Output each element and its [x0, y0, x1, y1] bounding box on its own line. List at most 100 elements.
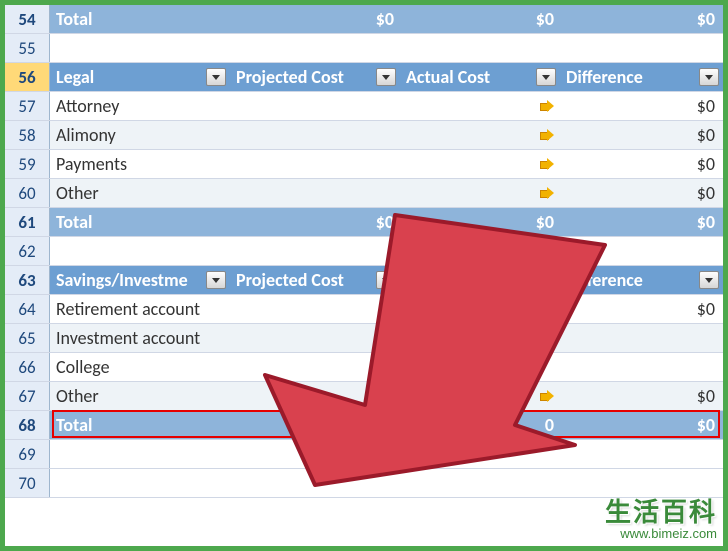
- row-header[interactable]: 65: [5, 324, 50, 352]
- column-header[interactable]: Difference: [560, 266, 723, 294]
- column-header[interactable]: Projected Cost: [230, 63, 400, 91]
- filter-dropdown-icon[interactable]: [376, 68, 396, 86]
- cell-difference[interactable]: $0: [560, 150, 723, 178]
- row-header[interactable]: 61: [5, 208, 50, 236]
- column-header[interactable]: Projected Cost: [230, 266, 400, 294]
- row-67: 67Other $0: [5, 382, 723, 411]
- row-55: 55: [5, 34, 723, 63]
- cell[interactable]: [230, 382, 400, 410]
- filter-dropdown-icon[interactable]: [536, 271, 556, 289]
- total-value[interactable]: $0: [230, 208, 400, 236]
- total-label[interactable]: Total: [50, 208, 230, 236]
- column-header[interactable]: Actual st: [400, 266, 560, 294]
- cell[interactable]: [400, 295, 560, 323]
- cell[interactable]: [50, 440, 230, 468]
- cell[interactable]: [400, 382, 560, 410]
- cell[interactable]: [560, 34, 723, 62]
- cell[interactable]: [50, 237, 230, 265]
- cell-label[interactable]: Other: [50, 382, 230, 410]
- total-label[interactable]: Total: [50, 411, 230, 439]
- row-header[interactable]: 59: [5, 150, 50, 178]
- row-header[interactable]: 62: [5, 237, 50, 265]
- filter-dropdown-icon[interactable]: [376, 271, 396, 289]
- row-header[interactable]: 58: [5, 121, 50, 149]
- cell[interactable]: [50, 469, 230, 497]
- cell[interactable]: [50, 34, 230, 62]
- cell[interactable]: [230, 92, 400, 120]
- cell[interactable]: [230, 34, 400, 62]
- cell[interactable]: [400, 440, 560, 468]
- watermark: 生活百科 www.bimeiz.com: [605, 499, 717, 540]
- filter-dropdown-icon[interactable]: [206, 68, 226, 86]
- column-header[interactable]: Difference: [560, 63, 723, 91]
- cell-difference[interactable]: $0: [560, 295, 723, 323]
- cell[interactable]: [400, 121, 560, 149]
- cell-label[interactable]: Other: [50, 179, 230, 207]
- column-header[interactable]: Actual Cost: [400, 63, 560, 91]
- filter-dropdown-icon[interactable]: [699, 271, 719, 289]
- total-value[interactable]: $0: [400, 5, 560, 33]
- cell-difference[interactable]: [560, 353, 723, 381]
- cell[interactable]: [560, 440, 723, 468]
- spreadsheet: 54Total$0$0$05556LegalProjected CostActu…: [5, 5, 723, 498]
- row-header[interactable]: 60: [5, 179, 50, 207]
- row-header[interactable]: 67: [5, 382, 50, 410]
- row-header[interactable]: 57: [5, 92, 50, 120]
- row-61: 61Total$0$0$0: [5, 208, 723, 237]
- cell[interactable]: [400, 150, 560, 178]
- row-65: 65Investment account: [5, 324, 723, 353]
- cell-label[interactable]: Payments: [50, 150, 230, 178]
- total-value[interactable]: $0: [560, 5, 723, 33]
- cell[interactable]: [230, 150, 400, 178]
- cell-label[interactable]: Investment account: [50, 324, 230, 352]
- cell[interactable]: [400, 469, 560, 497]
- cell[interactable]: [230, 324, 400, 352]
- cell-label[interactable]: College: [50, 353, 230, 381]
- cell[interactable]: [230, 353, 400, 381]
- cell[interactable]: [230, 121, 400, 149]
- row-59: 59Payments $0: [5, 150, 723, 179]
- total-label[interactable]: Total: [50, 5, 230, 33]
- row-header[interactable]: 64: [5, 295, 50, 323]
- cell-difference[interactable]: $0: [560, 382, 723, 410]
- total-value[interactable]: [230, 411, 400, 439]
- cell[interactable]: [560, 237, 723, 265]
- total-value[interactable]: $0: [560, 208, 723, 236]
- row-header[interactable]: 70: [5, 469, 50, 497]
- total-value[interactable]: $0: [230, 5, 400, 33]
- column-header[interactable]: Legal: [50, 63, 230, 91]
- filter-dropdown-icon[interactable]: [536, 68, 556, 86]
- cell[interactable]: [230, 295, 400, 323]
- cell[interactable]: [400, 92, 560, 120]
- cell-label[interactable]: Retirement account: [50, 295, 230, 323]
- filter-dropdown-icon[interactable]: [699, 68, 719, 86]
- cell-label[interactable]: Alimony: [50, 121, 230, 149]
- row-header[interactable]: 66: [5, 353, 50, 381]
- row-header[interactable]: 63: [5, 266, 50, 294]
- filter-dropdown-icon[interactable]: [206, 271, 226, 289]
- row-header[interactable]: 56: [5, 63, 50, 91]
- cell-difference[interactable]: [560, 324, 723, 352]
- row-header[interactable]: 54: [5, 5, 50, 33]
- cell[interactable]: [400, 324, 560, 352]
- total-value[interactable]: 0: [400, 411, 560, 439]
- total-value[interactable]: $0: [400, 208, 560, 236]
- cell[interactable]: [230, 440, 400, 468]
- cell-label[interactable]: Attorney: [50, 92, 230, 120]
- cell-difference[interactable]: $0: [560, 92, 723, 120]
- cell[interactable]: [400, 237, 560, 265]
- column-header[interactable]: Savings/Investme: [50, 266, 230, 294]
- row-header[interactable]: 68: [5, 411, 50, 439]
- cell[interactable]: [400, 34, 560, 62]
- cell-difference[interactable]: $0: [560, 179, 723, 207]
- cell[interactable]: [230, 469, 400, 497]
- row-header[interactable]: 69: [5, 440, 50, 468]
- cell[interactable]: [400, 179, 560, 207]
- total-value[interactable]: $0: [560, 411, 723, 439]
- cell-difference[interactable]: $0: [560, 121, 723, 149]
- cell[interactable]: [400, 353, 560, 381]
- cell[interactable]: [230, 179, 400, 207]
- row-header[interactable]: 55: [5, 34, 50, 62]
- cell[interactable]: [230, 237, 400, 265]
- cell[interactable]: [560, 469, 723, 497]
